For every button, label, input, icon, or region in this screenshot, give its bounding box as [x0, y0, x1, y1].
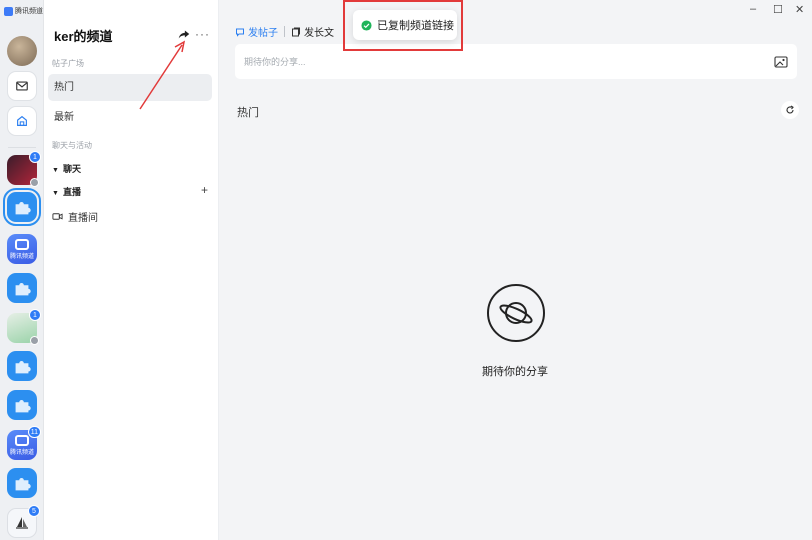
channel-item[interactable]: [7, 468, 37, 498]
tab-article-label: 发长文: [304, 28, 334, 39]
group-chat-label: 聊天: [62, 164, 81, 174]
empty-state-text: 期待你的分享: [482, 366, 548, 378]
home-button[interactable]: [7, 106, 37, 136]
channel-boat[interactable]: 5: [7, 505, 40, 538]
status-dot: [30, 178, 39, 187]
video-icon: [52, 213, 63, 220]
caret-down-icon: ▼: [52, 167, 59, 174]
app-logo: 腾讯频道: [4, 6, 43, 16]
channel-title: ker的频道: [54, 29, 113, 44]
tab-article[interactable]: 发长文: [291, 24, 334, 39]
group-chat[interactable]: ▼ 聊天: [52, 162, 81, 175]
speech-bubble-icon: [236, 28, 244, 37]
composer-input[interactable]: [235, 44, 715, 79]
caret-down-icon: ▼: [52, 190, 59, 197]
tile-logo-icon: [15, 434, 29, 446]
brand-logo-icon: [4, 6, 13, 16]
channel-item[interactable]: [7, 273, 37, 303]
puzzle-icon: [15, 282, 31, 296]
rail-divider: [8, 147, 36, 148]
puzzle-icon: [15, 360, 31, 374]
app-rail: 腾讯频道 1 腾讯频道 1 11 腾讯频道 5: [0, 0, 44, 540]
puzzle-icon: [15, 399, 31, 413]
channel-official[interactable]: 腾讯频道: [7, 234, 37, 264]
puzzle-icon: [15, 477, 31, 491]
status-dot: [30, 336, 39, 345]
refresh-icon: [786, 105, 794, 114]
brand-name: 腾讯频道: [15, 8, 43, 15]
messages-button[interactable]: [7, 71, 37, 101]
channel-game[interactable]: 1: [7, 151, 41, 187]
channel-item[interactable]: [7, 351, 37, 381]
channel-official-2[interactable]: 11 腾讯频道: [7, 426, 41, 460]
user-avatar[interactable]: [7, 36, 37, 66]
maximize-button[interactable]: ☐: [773, 3, 783, 16]
tab-separator: [284, 26, 285, 37]
mail-icon: [16, 81, 28, 91]
sailboat-icon: [16, 517, 28, 529]
official-tile-label: 腾讯频道: [9, 253, 34, 260]
section-chat: 聊天与活动: [52, 141, 92, 150]
minimize-button[interactable]: –: [750, 3, 756, 15]
puzzle-icon: [15, 201, 31, 215]
feed-title: 热门: [237, 107, 259, 119]
more-options-icon[interactable]: ···: [195, 27, 210, 41]
channel-photo[interactable]: 1: [7, 309, 41, 345]
unread-badge: 5: [28, 505, 40, 517]
close-button[interactable]: ✕: [795, 3, 804, 16]
tab-post[interactable]: 发帖子: [235, 24, 278, 39]
channel-sidebar: ker的频道 ··· 帖子广场 热门 最新 聊天与活动 ▼ 聊天 ▼ 直播 + 直播…: [44, 0, 219, 540]
live-room-label: 直播间: [68, 213, 98, 224]
group-live-label: 直播: [62, 187, 81, 197]
unread-badge: 11: [27, 426, 41, 438]
composer: [235, 44, 797, 79]
channel-item[interactable]: [7, 390, 37, 420]
annotation-highlight-box: [343, 0, 463, 51]
document-icon: [292, 27, 300, 36]
unread-badge: 1: [29, 309, 41, 321]
channel-ker-selected[interactable]: [3, 188, 41, 226]
main-panel: 发帖子 发长文 热门 期待你的分享: [220, 0, 812, 540]
image-upload-icon[interactable]: [774, 55, 788, 69]
section-posts: 帖子广场: [52, 59, 84, 68]
official-tile-label: 腾讯频道: [9, 449, 34, 456]
planet-icon: [487, 284, 545, 342]
home-icon: [17, 115, 27, 126]
compose-tabs: 发帖子 发长文: [235, 24, 334, 39]
refresh-button[interactable]: [781, 101, 799, 119]
group-live[interactable]: ▼ 直播: [52, 185, 81, 198]
annotation-arrow-icon: [139, 40, 186, 110]
add-icon[interactable]: +: [201, 183, 208, 197]
live-room-item[interactable]: 直播间: [52, 209, 98, 224]
tile-logo-icon: [15, 238, 29, 250]
tab-post-label: 发帖子: [248, 28, 278, 39]
unread-badge: 1: [29, 151, 41, 163]
